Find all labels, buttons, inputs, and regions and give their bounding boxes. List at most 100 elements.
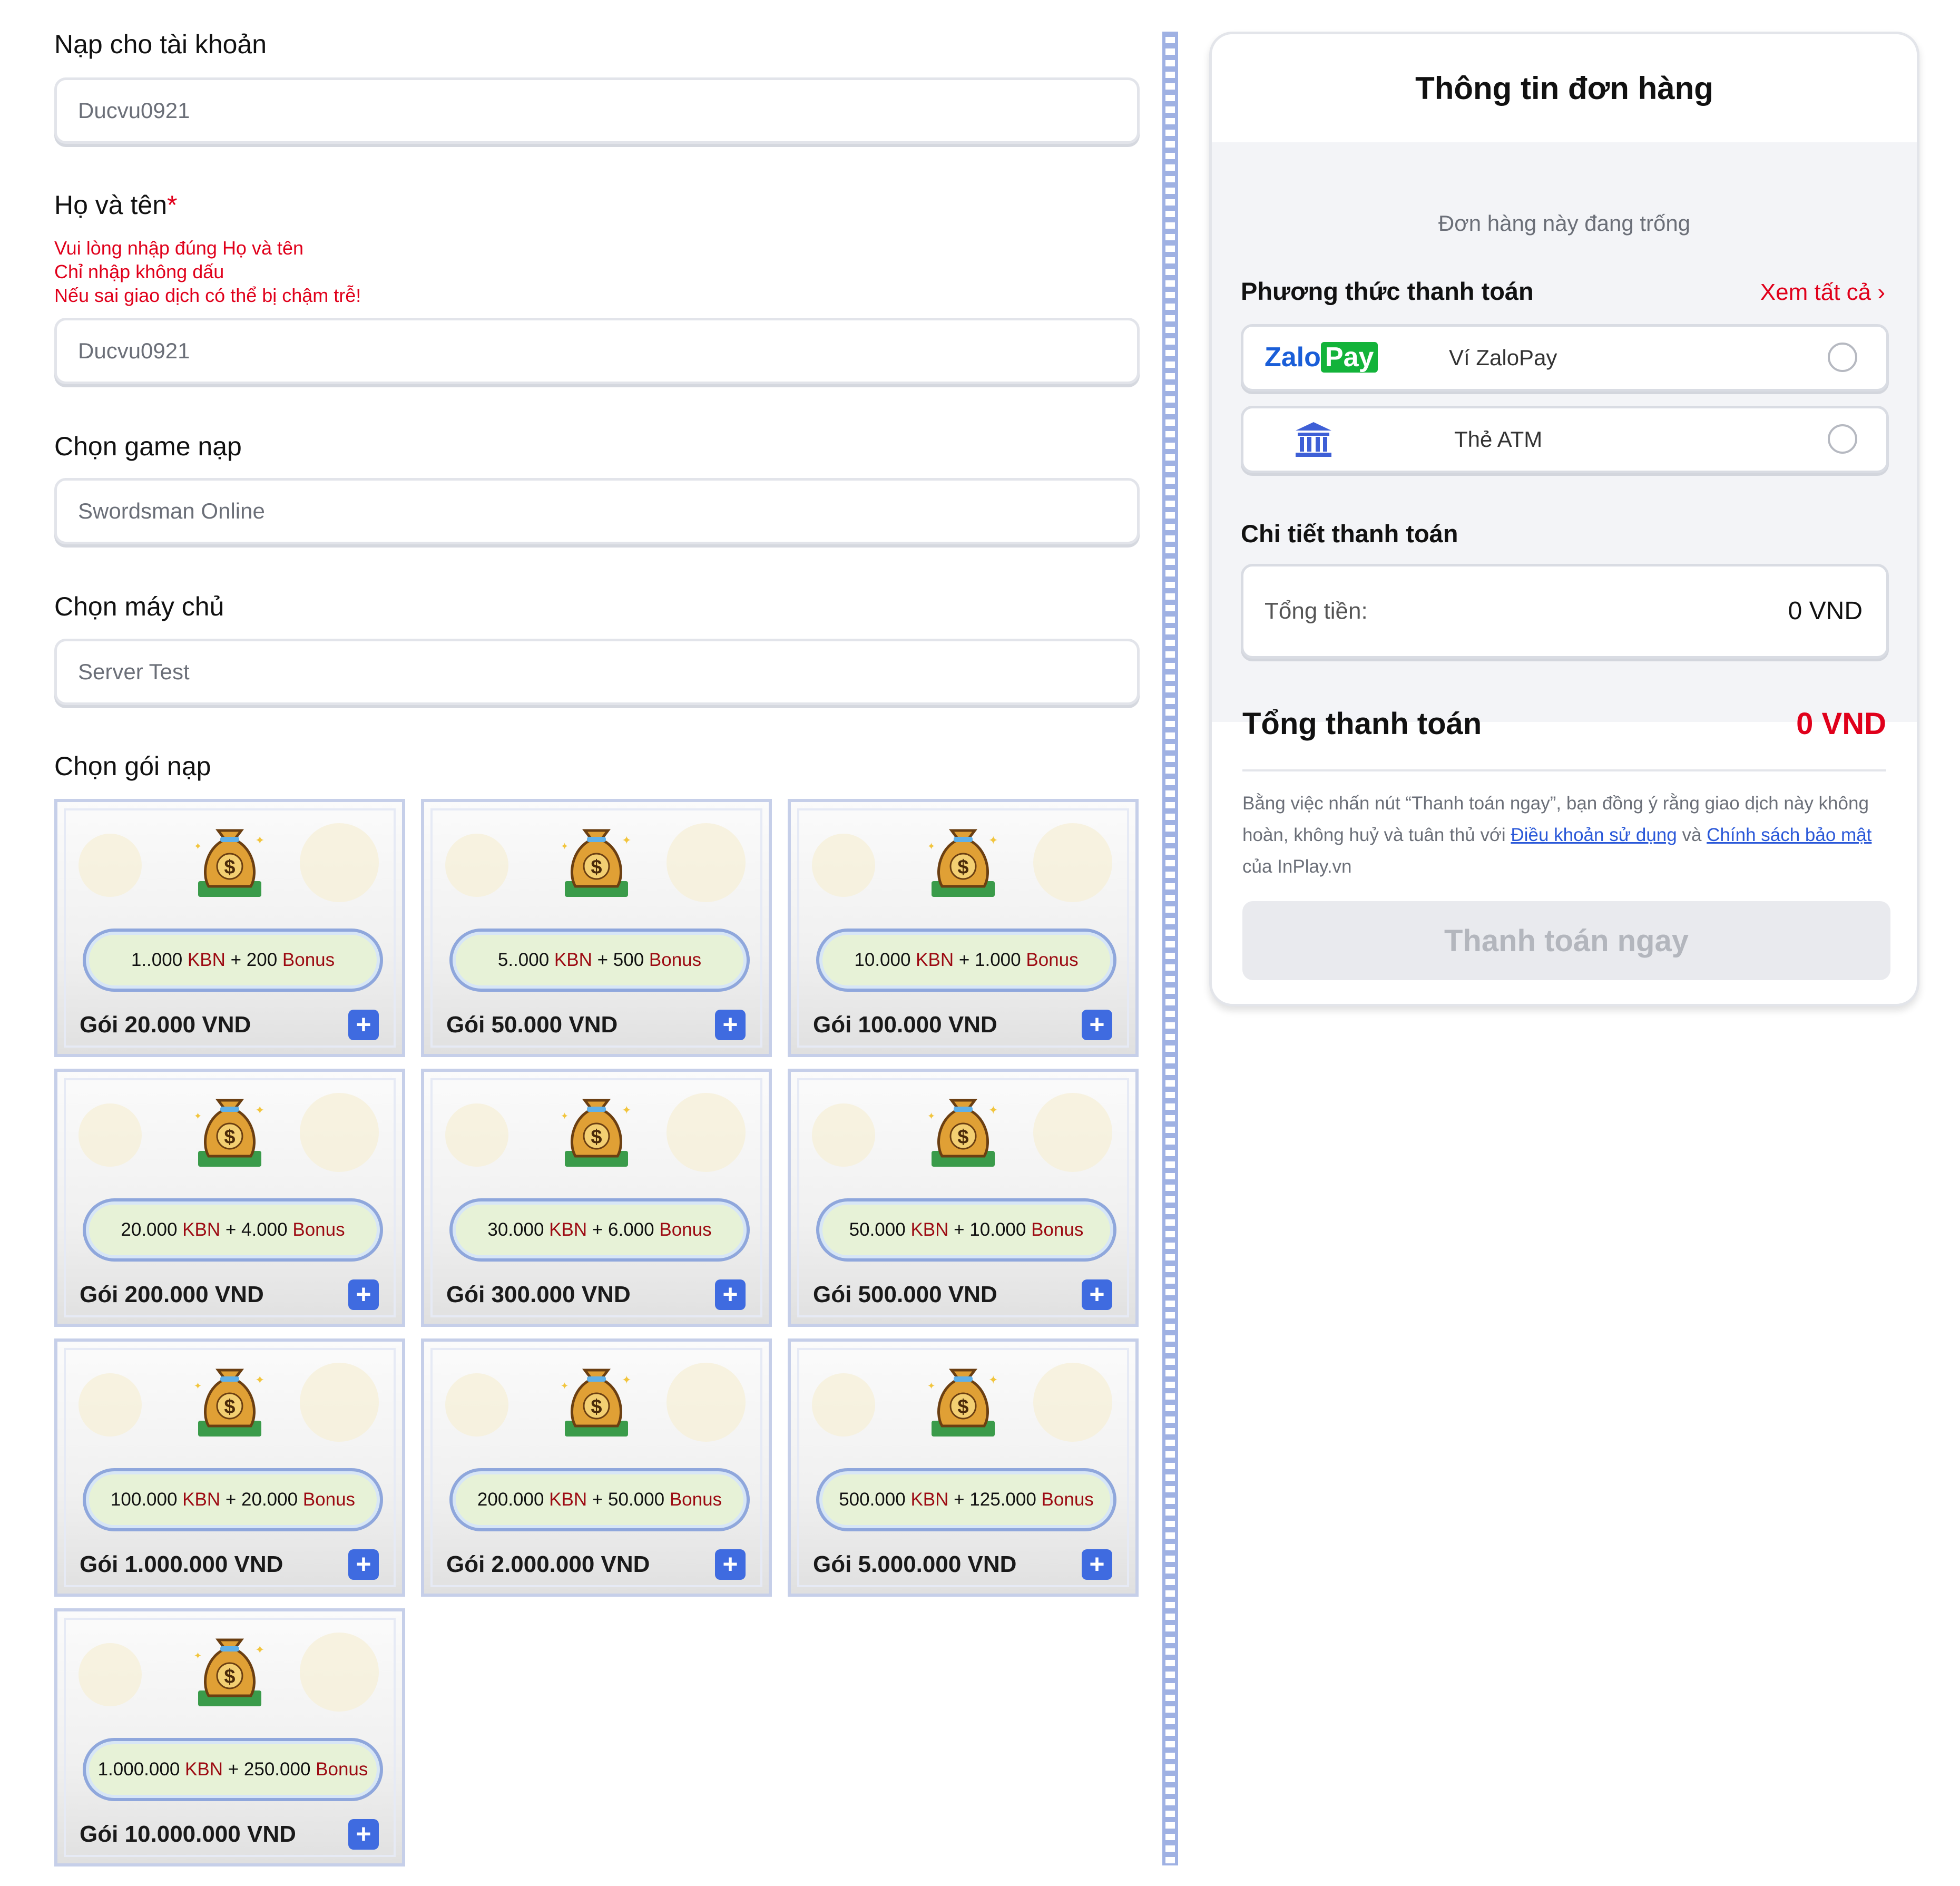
bonus-unit: Bonus (1026, 950, 1079, 970)
chevron-right-icon: › (1877, 279, 1885, 305)
background-coin (79, 1643, 142, 1706)
payment-details-title: Chi tiết thanh toán (1241, 520, 1458, 548)
package-card[interactable]: $ ✦ ✦ 10.000 KBN + 1.000 Bonus Gói 100.000 V… (788, 799, 1139, 1057)
account-label: Nạp cho tài khoản (54, 30, 267, 59)
package-card[interactable]: $ ✦ ✦ 1..000 KBN + 200 Bonus Gói 20.000 VND + (54, 799, 405, 1057)
see-all-label: Xem tất cả (1760, 279, 1871, 305)
background-coin (812, 1373, 875, 1437)
decorative-divider (1162, 32, 1178, 1865)
add-package-button[interactable]: + (348, 1549, 379, 1580)
package-value-banner: 20.000 KBN + 4.000 Bonus (83, 1198, 383, 1262)
background-coin (300, 823, 379, 902)
game-select[interactable]: Swordsman Online (54, 478, 1140, 544)
add-package-button[interactable]: + (715, 1010, 746, 1040)
zalopay-logo-zalo: Zalo (1265, 342, 1321, 373)
svg-text:✦: ✦ (255, 1644, 264, 1657)
package-value-banner: 1.000.000 KBN + 250.000 Bonus (83, 1738, 383, 1801)
package-label: Chọn gói nạp (54, 751, 211, 781)
kbn-amount: 5..000 (497, 950, 554, 970)
kbn-unit: KBN (185, 1759, 223, 1780)
add-package-button[interactable]: + (348, 1819, 379, 1850)
package-card[interactable]: $ ✦ ✦ 1.000.000 KBN + 250.000 Bonus Gói 10.0… (54, 1608, 405, 1867)
package-title: Gói 50.000 VND (446, 1012, 618, 1038)
svg-text:✦: ✦ (927, 1381, 935, 1392)
money-bag-icon: $ ✦ ✦ (194, 1638, 264, 1706)
bonus-amount: + 125.000 (948, 1489, 1042, 1510)
separator (1242, 769, 1886, 771)
svg-text:✦: ✦ (988, 834, 998, 847)
package-card[interactable]: $ ✦ ✦ 50.000 KBN + 10.000 Bonus Gói 500.000 … (788, 1069, 1139, 1327)
money-bag-icon: $ ✦ ✦ (927, 1369, 998, 1437)
svg-text:✦: ✦ (622, 1374, 631, 1387)
kbn-unit: KBN (916, 950, 954, 970)
terms-text: Bằng việc nhấn nút “Thanh toán ngay”, bạ… (1242, 788, 1896, 883)
package-card[interactable]: $ ✦ ✦ 100.000 KBN + 20.000 Bonus Gói 1.000.0… (54, 1338, 405, 1597)
background-coin (1033, 823, 1112, 902)
atm-radio[interactable] (1828, 424, 1857, 454)
package-card[interactable]: $ ✦ ✦ 5..000 KBN + 500 Bonus Gói 50.000 VND + (421, 799, 772, 1057)
svg-text:✦: ✦ (622, 834, 631, 847)
package-value-banner: 50.000 KBN + 10.000 Bonus (816, 1198, 1116, 1262)
order-panel: Thông tin đơn hàng Đơn hàng này đang trố… (1209, 32, 1919, 1006)
kbn-amount: 20.000 (121, 1219, 183, 1240)
kbn-unit: KBN (549, 1219, 587, 1240)
terms-and: và (1677, 825, 1707, 845)
add-package-button[interactable]: + (1082, 1549, 1112, 1580)
add-package-button[interactable]: + (348, 1010, 379, 1040)
bank-icon (1296, 422, 1331, 457)
terms-of-use-link[interactable]: Điều khoản sử dụng (1511, 825, 1677, 845)
svg-text:✦: ✦ (255, 1104, 264, 1117)
order-body: Đơn hàng này đang trống Phương thức than… (1212, 142, 1917, 722)
package-title: Gói 5.000.000 VND (813, 1551, 1017, 1577)
svg-text:$: $ (957, 1396, 968, 1418)
bonus-unit: Bonus (1031, 1219, 1084, 1240)
add-package-button[interactable]: + (715, 1279, 746, 1310)
package-card[interactable]: $ ✦ ✦ 30.000 KBN + 6.000 Bonus Gói 300.000 V… (421, 1069, 772, 1327)
svg-text:$: $ (957, 1126, 968, 1148)
svg-text:$: $ (957, 856, 968, 878)
privacy-policy-link[interactable]: Chính sách bảo mật (1707, 825, 1871, 845)
add-package-button[interactable]: + (1082, 1279, 1112, 1310)
money-bag-icon: $ ✦ ✦ (561, 1369, 631, 1437)
svg-text:✦: ✦ (255, 834, 264, 847)
bonus-unit: Bonus (282, 950, 335, 970)
package-value-banner: 10.000 KBN + 1.000 Bonus (816, 929, 1116, 992)
package-value-banner: 5..000 KBN + 500 Bonus (449, 929, 750, 992)
bonus-unit: Bonus (649, 950, 702, 970)
server-label: Chọn máy chủ (54, 592, 224, 621)
svg-text:✦: ✦ (927, 841, 935, 852)
kbn-amount: 10.000 (854, 950, 916, 970)
zalopay-radio[interactable] (1828, 343, 1857, 372)
atm-label: Thẻ ATM (1454, 427, 1543, 452)
add-package-button[interactable]: + (715, 1549, 746, 1580)
bonus-amount: + 200 (225, 950, 282, 970)
required-mark: * (167, 190, 178, 220)
package-value-banner: 30.000 KBN + 6.000 Bonus (449, 1198, 750, 1262)
see-all-link[interactable]: Xem tất cả › (1760, 279, 1885, 306)
server-select[interactable]: Server Test (54, 639, 1140, 705)
fullname-input[interactable]: Ducvu0921 (54, 318, 1140, 384)
svg-text:✦: ✦ (927, 1111, 935, 1122)
background-coin (667, 823, 746, 902)
package-value-banner: 1..000 KBN + 200 Bonus (83, 929, 383, 992)
package-card[interactable]: $ ✦ ✦ 20.000 KBN + 4.000 Bonus Gói 200.000 V… (54, 1069, 405, 1327)
package-card[interactable]: $ ✦ ✦ 500.000 KBN + 125.000 Bonus Gói 5.000.… (788, 1338, 1139, 1597)
payment-option-zalopay[interactable]: Zalo Pay Ví ZaloPay (1241, 324, 1889, 392)
grand-total-value: 0 VND (1796, 707, 1886, 741)
svg-text:✦: ✦ (561, 1381, 569, 1392)
package-card[interactable]: $ ✦ ✦ 200.000 KBN + 50.000 Bonus Gói 2.000.0… (421, 1338, 772, 1597)
fullname-label: Họ và tên* (54, 190, 177, 220)
add-package-button[interactable]: + (1082, 1010, 1112, 1040)
money-bag-icon: $ ✦ ✦ (561, 829, 631, 897)
fullname-warning-1: Vui lòng nhập đúng Họ và tên (54, 237, 304, 259)
subtotal-label: Tổng tiền: (1265, 598, 1368, 624)
subtotal-value: 0 VND (1788, 597, 1863, 625)
package-title: Gói 1.000.000 VND (80, 1551, 283, 1577)
pay-now-button[interactable]: Thanh toán ngay (1242, 901, 1890, 980)
svg-text:$: $ (224, 1666, 235, 1688)
svg-text:✦: ✦ (988, 1374, 998, 1387)
background-coin (1033, 1363, 1112, 1442)
add-package-button[interactable]: + (348, 1279, 379, 1310)
account-input[interactable]: Ducvu0921 (54, 77, 1140, 144)
payment-option-atm[interactable]: Thẻ ATM (1241, 406, 1889, 473)
